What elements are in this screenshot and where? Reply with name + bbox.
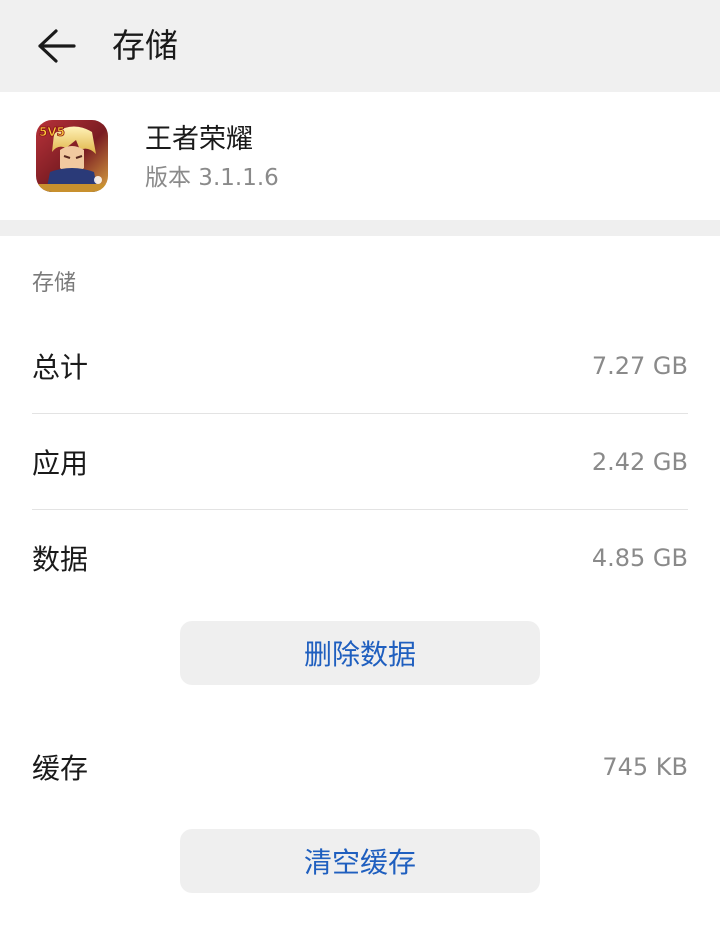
storage-row-data: 数据 4.85 GB xyxy=(32,510,688,605)
storage-row-app: 应用 2.42 GB xyxy=(32,414,688,510)
app-info-card: 5V5 王者荣耀 版本 3.1.1.6 xyxy=(0,92,720,220)
row-value: 4.85 GB xyxy=(591,543,688,572)
back-button[interactable] xyxy=(30,22,82,70)
row-label: 数据 xyxy=(32,542,89,576)
top-app-bar: 存储 xyxy=(0,0,720,92)
arrow-left-icon xyxy=(38,29,76,63)
page-title: 存储 xyxy=(112,26,178,65)
row-label: 总计 xyxy=(32,350,89,384)
storage-section-label: 存储 xyxy=(32,271,77,296)
row-label: 缓存 xyxy=(32,751,89,785)
row-value: 7.27 GB xyxy=(591,351,688,380)
storage-row-cache: 缓存 745 KB xyxy=(32,719,688,814)
delete-data-button[interactable]: 删除数据 xyxy=(180,621,540,685)
app-icon: 5V5 xyxy=(36,120,108,192)
row-label: 应用 xyxy=(32,446,89,480)
svg-text:5V5: 5V5 xyxy=(39,125,65,139)
storage-row-total: 总计 7.27 GB xyxy=(32,318,688,414)
app-version: 版本 3.1.1.6 xyxy=(145,165,279,191)
row-value: 2.42 GB xyxy=(591,447,688,476)
app-name: 王者荣耀 xyxy=(145,124,253,155)
section-divider xyxy=(0,220,720,236)
clear-cache-button[interactable]: 清空缓存 xyxy=(180,829,540,893)
row-value: 745 KB xyxy=(602,752,688,781)
